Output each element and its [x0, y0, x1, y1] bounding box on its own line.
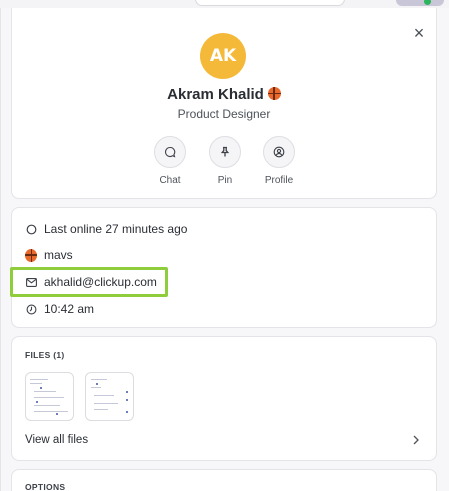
- status-circle-icon: [25, 223, 37, 235]
- local-time-text: 10:42 am: [44, 302, 95, 316]
- view-all-files-link[interactable]: View all files: [25, 434, 88, 446]
- options-title: OPTIONS: [25, 482, 66, 491]
- profile-title: Product Designer: [177, 107, 271, 121]
- files-card: FILES (1) View all files: [11, 336, 437, 461]
- clock-icon: [25, 303, 37, 315]
- avatar: AK: [200, 33, 246, 79]
- file-thumbnail[interactable]: [85, 372, 134, 421]
- chat-label: Chat: [159, 175, 181, 186]
- chat-bubble-icon: [154, 136, 186, 168]
- app-top-strip: [0, 0, 449, 8]
- files-title: FILES (1): [25, 350, 65, 360]
- basketball-icon: [25, 248, 37, 262]
- local-time-row: 10:42 am: [25, 302, 94, 316]
- user-profile-panel: × AK Akram Khalid Product Designer Chat …: [0, 8, 449, 491]
- pin-label: Pin: [217, 175, 233, 186]
- profile-name: Akram Khalid: [12, 86, 436, 103]
- file-thumbnail[interactable]: [25, 372, 74, 421]
- profile-label: Profile: [264, 175, 294, 186]
- chevron-right-icon[interactable]: [412, 433, 420, 448]
- basketball-icon: [267, 87, 281, 100]
- pin-button[interactable]: Pin: [203, 136, 247, 186]
- top-search-pill[interactable]: [195, 0, 345, 6]
- profile-name-text: Akram Khalid: [167, 86, 264, 103]
- close-icon[interactable]: ×: [410, 24, 428, 42]
- team-text: mavs: [44, 248, 73, 262]
- user-icon: [263, 136, 295, 168]
- profile-card: × AK Akram Khalid Product Designer Chat …: [11, 8, 437, 199]
- options-card: OPTIONS: [11, 469, 437, 491]
- email-highlight-box: [10, 267, 168, 297]
- pin-icon: [209, 136, 241, 168]
- last-online-text: Last online 27 minutes ago: [44, 222, 188, 236]
- top-avatar-group[interactable]: [396, 0, 444, 6]
- team-row: mavs: [25, 248, 73, 262]
- chat-button[interactable]: Chat: [148, 136, 192, 186]
- last-online-row: Last online 27 minutes ago: [25, 222, 187, 236]
- profile-button[interactable]: Profile: [257, 136, 301, 186]
